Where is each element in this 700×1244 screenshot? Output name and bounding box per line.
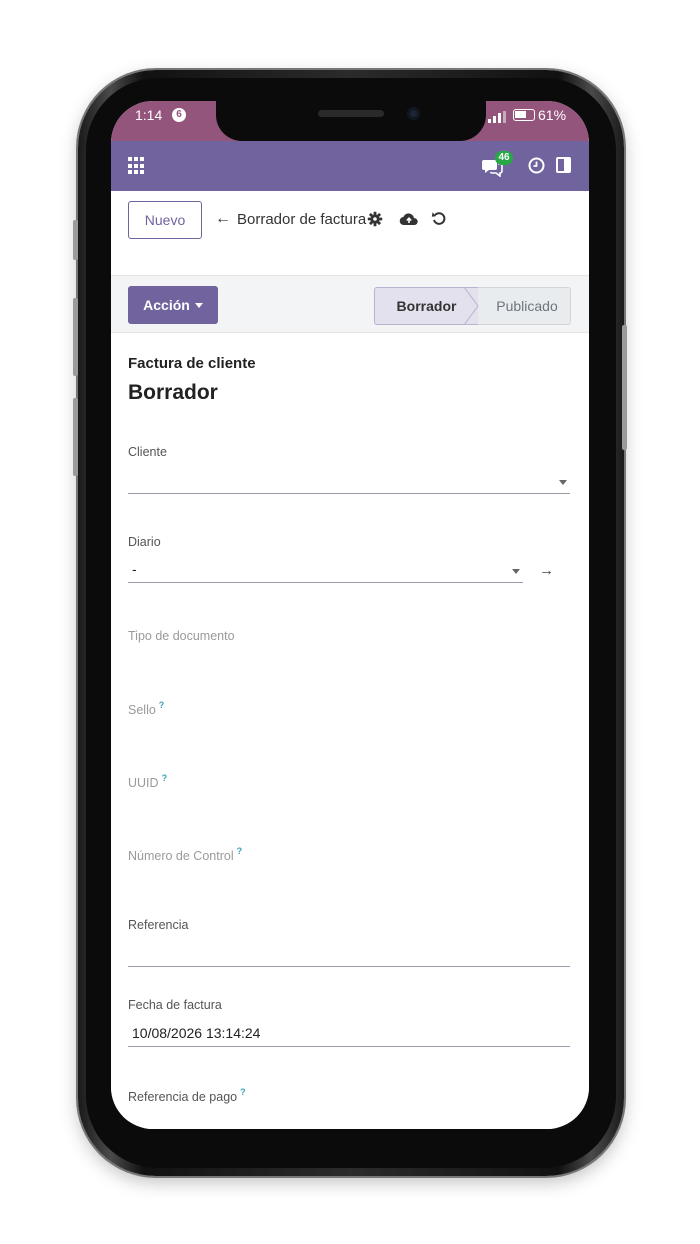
journal-label: Diario bbox=[128, 535, 161, 549]
customer-field[interactable] bbox=[128, 463, 570, 493]
side-panel-icon[interactable] bbox=[556, 157, 571, 173]
stage-arrow-separator bbox=[464, 287, 479, 325]
power-button bbox=[622, 325, 627, 450]
new-button[interactable]: Nuevo bbox=[128, 201, 202, 239]
document-type-label: Tipo de documento bbox=[128, 629, 235, 643]
document-state-title: Borrador bbox=[128, 381, 218, 404]
journal-value[interactable]: - bbox=[132, 561, 137, 577]
caret-down-icon[interactable] bbox=[559, 480, 567, 485]
document-type-title: Factura de cliente bbox=[128, 355, 256, 372]
journal-field-underline bbox=[128, 582, 523, 583]
control-panel: Nuevo ← Borrador de factura bbox=[111, 191, 589, 275]
breadcrumb[interactable]: Borrador de factura bbox=[237, 211, 366, 228]
seal-label-text: Sello bbox=[128, 703, 156, 717]
reference-field[interactable] bbox=[128, 936, 570, 966]
phone-screen: 1:14 6 61% 46 Nuevo ← Borrador de factur… bbox=[111, 101, 589, 1129]
customer-label: Cliente bbox=[128, 445, 167, 459]
status-time: 1:14 bbox=[135, 107, 163, 123]
caret-down-icon[interactable] bbox=[512, 569, 520, 574]
top-navbar: 46 bbox=[111, 141, 589, 191]
reference-field-underline bbox=[128, 966, 570, 967]
help-icon[interactable]: ? bbox=[240, 1087, 246, 1097]
notification-count-icon: 6 bbox=[172, 108, 186, 122]
invoice-date-value[interactable]: 10/08/2026 13:14:24 bbox=[132, 1025, 260, 1041]
open-journal-icon[interactable]: → bbox=[539, 562, 554, 579]
stage-draft[interactable]: Borrador bbox=[374, 287, 478, 325]
volume-down-button bbox=[73, 398, 78, 476]
cloud-upload-icon[interactable] bbox=[399, 211, 419, 227]
gear-icon[interactable] bbox=[367, 211, 383, 227]
volume-up-button bbox=[73, 298, 78, 376]
reference-label: Referencia bbox=[128, 918, 189, 932]
speaker-grille bbox=[318, 110, 384, 117]
back-arrow-icon[interactable]: ← bbox=[215, 210, 231, 228]
payment-reference-label: Referencia de pago? bbox=[128, 1087, 246, 1104]
customer-field-underline bbox=[128, 493, 570, 494]
invoice-date-underline bbox=[128, 1046, 570, 1047]
battery-percent: 61% bbox=[538, 107, 567, 123]
help-icon[interactable]: ? bbox=[162, 773, 168, 783]
action-button-label: Acción bbox=[143, 297, 190, 313]
seal-label: Sello? bbox=[128, 700, 164, 717]
invoice-form: Factura de cliente Borrador Cliente Diar… bbox=[111, 333, 589, 1129]
action-bar: Acción Publicado Borrador bbox=[111, 275, 589, 333]
mute-switch bbox=[73, 220, 78, 260]
status-stages: Publicado Borrador bbox=[374, 287, 571, 325]
help-icon[interactable]: ? bbox=[159, 700, 165, 710]
uuid-label: UUID? bbox=[128, 773, 167, 790]
control-number-label: Número de Control? bbox=[128, 846, 242, 863]
phone-notch bbox=[216, 101, 486, 141]
apps-menu-icon[interactable] bbox=[128, 157, 146, 175]
discard-icon[interactable] bbox=[431, 210, 447, 226]
payment-reference-label-text: Referencia de pago bbox=[128, 1090, 238, 1104]
battery-icon bbox=[513, 109, 535, 121]
front-camera bbox=[407, 107, 420, 120]
action-button[interactable]: Acción bbox=[128, 286, 218, 324]
chat-badge: 46 bbox=[495, 151, 513, 165]
signal-icon bbox=[488, 111, 506, 123]
uuid-label-text: UUID bbox=[128, 776, 159, 790]
caret-down-icon bbox=[194, 303, 203, 308]
help-icon[interactable]: ? bbox=[237, 846, 243, 856]
clock-icon[interactable] bbox=[528, 157, 545, 174]
invoice-date-label: Fecha de factura bbox=[128, 998, 222, 1012]
control-number-label-text: Número de Control bbox=[128, 849, 234, 863]
